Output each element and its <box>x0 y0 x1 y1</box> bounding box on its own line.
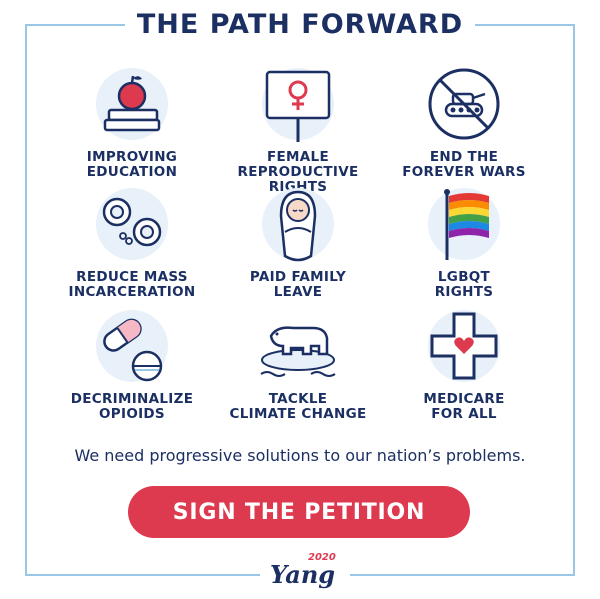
swaddled-baby-icon <box>262 188 334 262</box>
item-reproductive-rights: FEMALE REPRODUCTIVE RIGHTS <box>208 66 388 195</box>
handcuffs-icon <box>96 188 168 260</box>
tagline: We need progressive solutions to our nat… <box>74 446 526 465</box>
yang-2020-logo: 2020 Yang <box>260 552 350 592</box>
item-label: LGBQT RIGHTS <box>434 269 494 300</box>
item-incarceration: REDUCE MASS INCARCERATION <box>42 186 222 300</box>
item-climate-change: TACKLE CLIMATE CHANGE <box>208 308 388 422</box>
item-family-leave: PAID FAMILY LEAVE <box>208 186 388 300</box>
polar-bear-icon <box>260 326 336 377</box>
item-label: REDUCE MASS INCARCERATION <box>68 269 196 300</box>
item-education: IMPROVING EDUCATION <box>42 66 222 180</box>
logo-name: Yang <box>270 560 336 589</box>
apple-books-icon <box>96 68 168 140</box>
item-opioids: DECRIMINALIZE OPIOIDS <box>42 308 222 422</box>
item-label: IMPROVING EDUCATION <box>86 149 178 180</box>
item-label: DECRIMINALIZE OPIOIDS <box>70 391 194 422</box>
female-sign-icon <box>262 68 334 142</box>
item-label: PAID FAMILY LEAVE <box>249 269 347 300</box>
item-forever-wars: END THE FOREVER WARS <box>374 66 554 180</box>
no-tank-icon <box>428 68 500 140</box>
header: THE PATH FORWARD <box>0 8 600 44</box>
item-medicare: MEDICARE FOR ALL <box>374 308 554 422</box>
rainbow-flag-icon <box>428 188 500 260</box>
medical-cross-icon <box>428 310 500 382</box>
sign-petition-button[interactable]: SIGN THE PETITION <box>128 486 470 538</box>
item-lgbqt-rights: LGBQT RIGHTS <box>374 186 554 300</box>
pills-icon <box>96 310 168 382</box>
item-label: END THE FOREVER WARS <box>402 149 526 180</box>
item-label: MEDICARE FOR ALL <box>423 391 505 422</box>
item-label: TACKLE CLIMATE CHANGE <box>229 391 367 422</box>
page-title: THE PATH FORWARD <box>124 8 476 44</box>
